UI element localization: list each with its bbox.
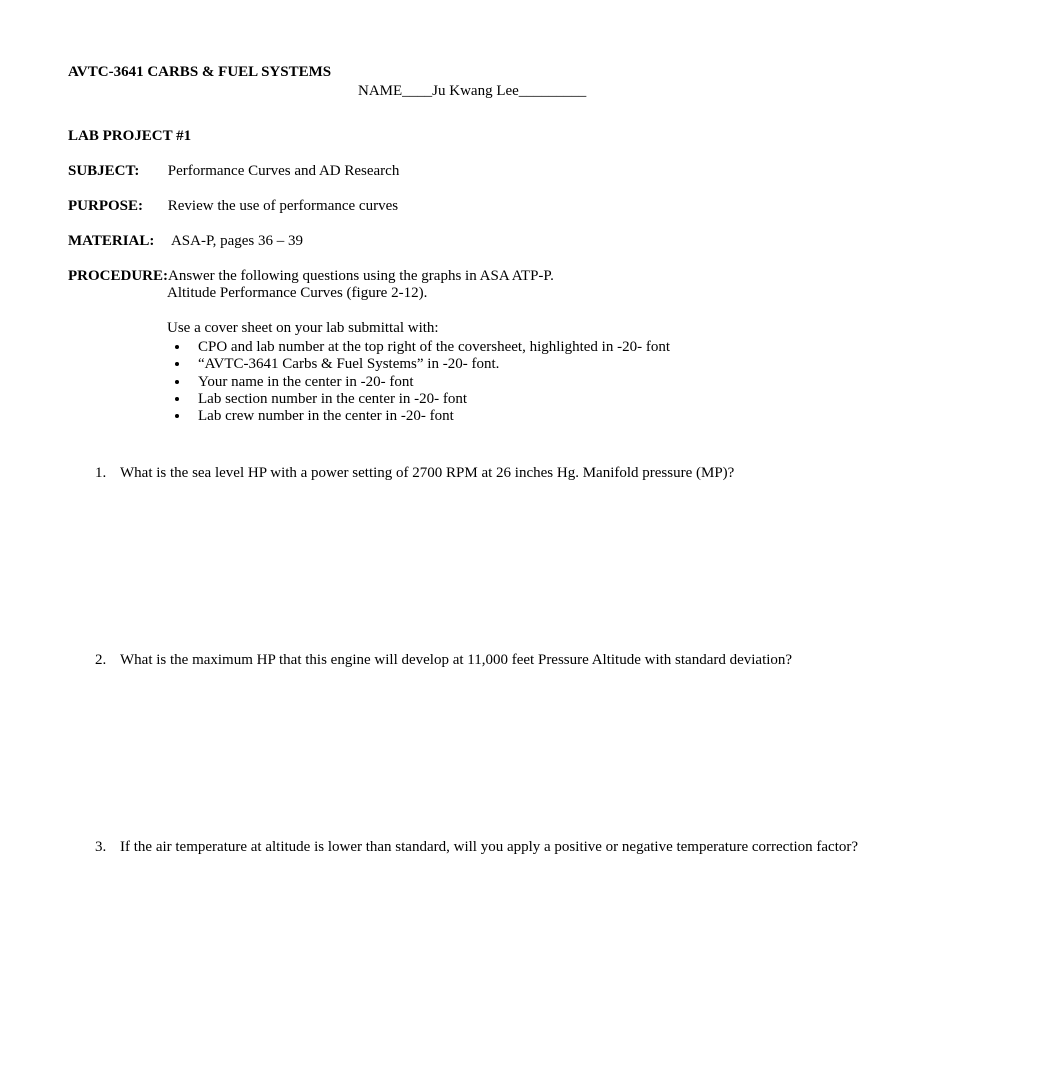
procedure-line2: Altitude Performance Curves (figure 2-12…: [167, 285, 994, 302]
purpose-row: PURPOSE: Review the use of performance c…: [68, 198, 994, 215]
subject-row: SUBJECT: Performance Curves and AD Resea…: [68, 163, 994, 180]
cover-item: Lab crew number in the center in -20- fo…: [190, 408, 994, 425]
subject-value: Performance Curves and AD Research: [168, 163, 400, 179]
name-label: NAME____: [358, 83, 432, 99]
question-2: What is the maximum HP that this engine …: [110, 652, 994, 669]
material-row: MATERIAL: ASA-P, pages 36 – 39: [68, 233, 994, 250]
procedure-label: PROCEDURE:: [68, 268, 168, 285]
document-page: AVTC-3641 CARBS & FUEL SYSTEMS NAME____J…: [0, 0, 1062, 1066]
procedure-row: PROCEDURE:Answer the following questions…: [68, 268, 994, 425]
cover-item: Your name in the center in -20- font: [190, 374, 994, 391]
course-title: AVTC-3641 CARBS & FUEL SYSTEMS: [68, 64, 994, 81]
name-line: NAME____Ju Kwang Lee_________: [68, 83, 994, 100]
lab-project-heading: LAB PROJECT #1: [68, 128, 994, 145]
question-1: What is the sea level HP with a power se…: [110, 465, 994, 482]
procedure-line1: Answer the following questions using the…: [168, 268, 554, 284]
purpose-value: Review the use of performance curves: [168, 198, 398, 214]
cover-sheet-intro: Use a cover sheet on your lab submittal …: [167, 320, 994, 337]
material-value: ASA-P, pages 36 – 39: [171, 233, 303, 249]
cover-item: “AVTC-3641 Carbs & Fuel Systems” in -20-…: [190, 356, 994, 373]
subject-label: SUBJECT:: [68, 163, 164, 180]
cover-item: Lab section number in the center in -20-…: [190, 391, 994, 408]
cover-sheet-list: CPO and lab number at the top right of t…: [68, 339, 994, 425]
student-name: Ju Kwang Lee_________: [432, 83, 586, 99]
cover-item: CPO and lab number at the top right of t…: [190, 339, 994, 356]
purpose-label: PURPOSE:: [68, 198, 164, 215]
question-3: If the air temperature at altitude is lo…: [110, 839, 994, 856]
questions-list: What is the sea level HP with a power se…: [68, 465, 994, 856]
material-label: MATERIAL:: [68, 233, 168, 250]
